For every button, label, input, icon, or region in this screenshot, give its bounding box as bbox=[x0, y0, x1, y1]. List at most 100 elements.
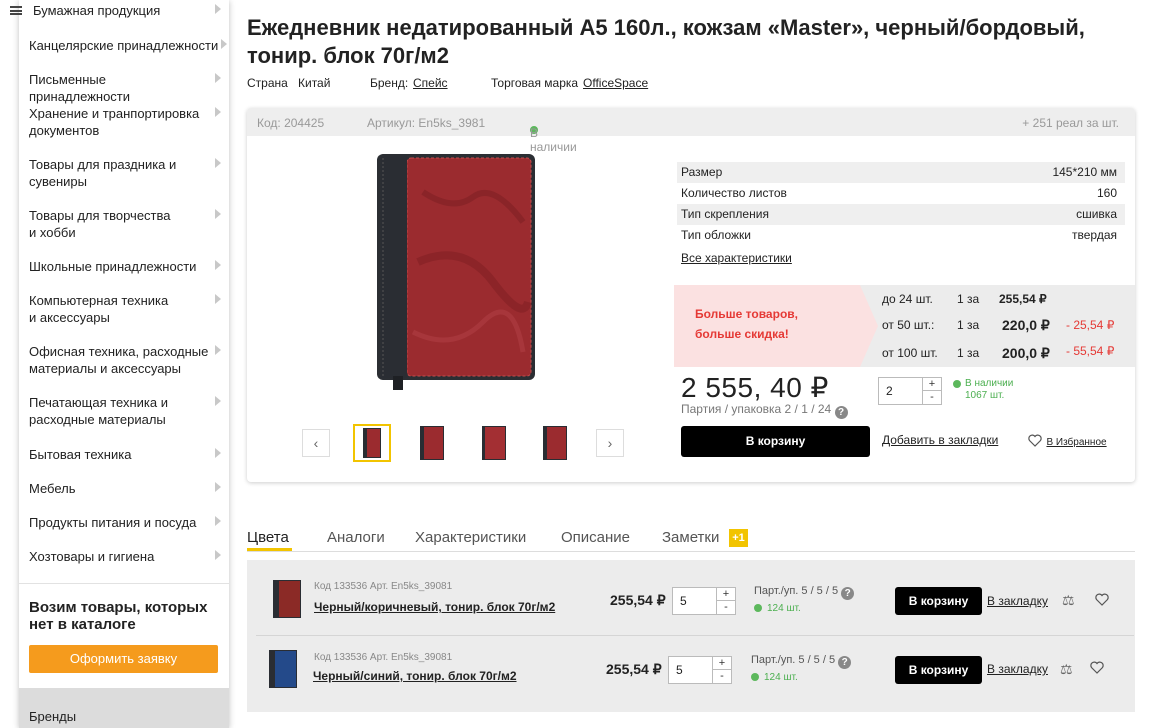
brand-link[interactable]: Спейс bbox=[413, 76, 448, 90]
sidebar-item-label: Хозтовары и гигиена bbox=[29, 549, 155, 564]
sidebar-item-furniture[interactable]: Мебель bbox=[29, 480, 225, 497]
thumbnail-3[interactable] bbox=[480, 424, 508, 462]
help-icon[interactable]: ? bbox=[838, 656, 852, 669]
page-title: Ежедневник недатированный А5 160л., кожз… bbox=[247, 15, 1085, 68]
heart-icon[interactable] bbox=[1090, 661, 1104, 674]
catalog-request-promo: Возим товары, которых нет в каталоге bbox=[29, 599, 208, 633]
stock-count: 1067 шт. bbox=[965, 390, 1005, 401]
batch-text: Партия / упаковка 2 / 1 / 24 bbox=[681, 402, 832, 416]
country-value: Китай bbox=[298, 76, 331, 90]
heart-icon bbox=[1028, 434, 1042, 447]
decrement-button[interactable]: - bbox=[717, 601, 735, 614]
variant-add-to-cart-button[interactable]: В корзину bbox=[895, 656, 982, 684]
spec-value: 145*210 мм bbox=[1052, 165, 1117, 179]
spec-row: Тип скрепления сшивка bbox=[677, 204, 1125, 225]
sidebar-item-writing[interactable]: Письменные принадлежности bbox=[29, 71, 225, 105]
help-icon[interactable]: ? bbox=[834, 406, 848, 419]
chevron-right-icon bbox=[215, 73, 221, 83]
compare-icon[interactable]: ⚖ bbox=[1060, 661, 1073, 678]
sidebar-item-holiday[interactable]: Товары для праздника и сувениры bbox=[29, 156, 225, 190]
submit-request-button[interactable]: Оформить заявку bbox=[29, 645, 218, 673]
sidebar-item-appliances[interactable]: Бытовая техника bbox=[29, 446, 225, 463]
variant-quantity-input[interactable]: 5 bbox=[668, 656, 713, 684]
sidebar-item-stationery[interactable]: Канцелярские принадлежности bbox=[29, 37, 227, 54]
all-characteristics-link[interactable]: Все характеристики bbox=[681, 251, 792, 265]
variant-name-link[interactable]: Черный/коричневый, тонир. блок 70г/м2 bbox=[314, 600, 555, 614]
decrement-button[interactable]: - bbox=[713, 670, 731, 683]
thumb-image bbox=[543, 426, 567, 460]
spec-key: Размер bbox=[681, 165, 723, 179]
increment-button[interactable]: + bbox=[717, 588, 735, 601]
variant-quantity-stepper: + - bbox=[712, 656, 732, 684]
thumb-image bbox=[363, 428, 381, 458]
tab-analogs[interactable]: Аналоги bbox=[327, 529, 385, 546]
thumb-next-button[interactable]: › bbox=[596, 429, 624, 457]
chevron-right-icon bbox=[215, 158, 221, 168]
chevron-right-icon bbox=[215, 516, 221, 526]
tier-price: 255,54 ₽ bbox=[999, 292, 1047, 306]
variant-batch: Парт./уп. 5 / 5 / 5 ? bbox=[751, 654, 852, 669]
sidebar-item-food[interactable]: Продукты питания и посуда bbox=[29, 514, 225, 531]
variant-thumbnail bbox=[269, 650, 297, 688]
thumbnail-1[interactable] bbox=[353, 424, 391, 462]
notes-count-badge: +1 bbox=[729, 529, 748, 547]
sidebar-item-computer[interactable]: Компьютерная техника и аксессуары bbox=[29, 292, 225, 326]
tabs-divider bbox=[247, 551, 1135, 552]
tier-per: 1 за bbox=[957, 346, 980, 360]
variant-add-to-cart-button[interactable]: В корзину bbox=[895, 587, 982, 615]
chevron-right-icon bbox=[215, 4, 221, 14]
sidebar-item-paper[interactable]: Бумажная продукция bbox=[29, 2, 225, 19]
variant-thumbnail bbox=[273, 580, 301, 618]
tab-description[interactable]: Описание bbox=[561, 529, 630, 546]
variant-name-link[interactable]: Черный/синий, тонир. блок 70г/м2 bbox=[313, 669, 517, 683]
category-sidebar: Бумажная продукция Канцелярские принадле… bbox=[10, 0, 229, 728]
sidebar-item-school[interactable]: Школьные принадлежности bbox=[29, 258, 225, 275]
sidebar-item-household[interactable]: Хозтовары и гигиена bbox=[29, 548, 225, 565]
batch-info: Партия / упаковка 2 / 1 / 24 ? bbox=[681, 402, 848, 419]
sidebar-item-label: Компьютерная техника и аксессуары bbox=[29, 293, 169, 325]
variant-bookmark-link[interactable]: В закладку bbox=[987, 662, 1048, 676]
thumbnail-2[interactable] bbox=[418, 424, 446, 462]
sidebar-item-storage[interactable]: Хранение и транпортировка документов bbox=[29, 105, 225, 139]
spec-key: Количество листов bbox=[681, 186, 787, 200]
chevron-right-icon bbox=[215, 209, 221, 219]
sidebar-item-creative[interactable]: Товары для творчества и хобби bbox=[29, 207, 225, 241]
tab-notes[interactable]: Заметки bbox=[662, 529, 719, 546]
chevron-right-icon: › bbox=[607, 435, 613, 451]
thumb-image bbox=[420, 426, 444, 460]
variant-bookmark-link[interactable]: В закладку bbox=[987, 594, 1048, 608]
sidebar-item-label: Мебель bbox=[29, 481, 76, 496]
compare-icon[interactable]: ⚖ bbox=[1062, 592, 1075, 609]
chevron-right-icon bbox=[215, 482, 221, 492]
increment-button[interactable]: + bbox=[923, 378, 941, 391]
product-price: 2 555, 40 ₽ bbox=[681, 372, 829, 403]
sidebar-item-office[interactable]: Офисная техника, расходные материалы и а… bbox=[29, 343, 225, 377]
trademark-link[interactable]: OfficeSpace bbox=[583, 76, 648, 90]
tab-characteristics[interactable]: Характеристики bbox=[415, 529, 526, 546]
help-icon[interactable]: ? bbox=[841, 587, 855, 600]
tier-price: 220,0 ₽ bbox=[1002, 317, 1050, 333]
chevron-right-icon bbox=[215, 107, 221, 117]
decrement-button[interactable]: - bbox=[923, 391, 941, 404]
thumbnail-4[interactable] bbox=[541, 424, 569, 462]
increment-button[interactable]: + bbox=[713, 657, 731, 670]
variant-quantity-input[interactable]: 5 bbox=[672, 587, 717, 615]
add-to-cart-button[interactable]: В корзину bbox=[681, 426, 870, 457]
spec-value: сшивка bbox=[1076, 207, 1117, 221]
quantity-input[interactable]: 2 bbox=[878, 377, 923, 405]
favorite-link[interactable]: В Избранное bbox=[1028, 432, 1107, 450]
stock-dot-icon bbox=[953, 380, 961, 388]
add-bookmark-link[interactable]: Добавить в закладки bbox=[882, 433, 998, 447]
favorite-label: В Избранное bbox=[1046, 437, 1107, 448]
spec-row: Количество листов 160 bbox=[677, 183, 1125, 204]
sidebar-item-printing[interactable]: Печатающая техника и расходные материалы bbox=[29, 394, 225, 428]
promo-text: Больше товаров, больше скидка! bbox=[695, 304, 845, 344]
spec-value: твердая bbox=[1072, 228, 1117, 242]
chevron-left-icon: ‹ bbox=[313, 435, 319, 451]
tier-qty: до 24 шт. bbox=[882, 292, 933, 306]
variant-batch: Парт./уп. 5 / 5 / 5 ? bbox=[754, 585, 855, 600]
thumb-prev-button[interactable]: ‹ bbox=[302, 429, 330, 457]
sidebar-brands-item[interactable]: Бренды bbox=[19, 688, 229, 728]
tab-colors[interactable]: Цвета bbox=[247, 529, 289, 546]
heart-icon[interactable] bbox=[1095, 593, 1109, 606]
